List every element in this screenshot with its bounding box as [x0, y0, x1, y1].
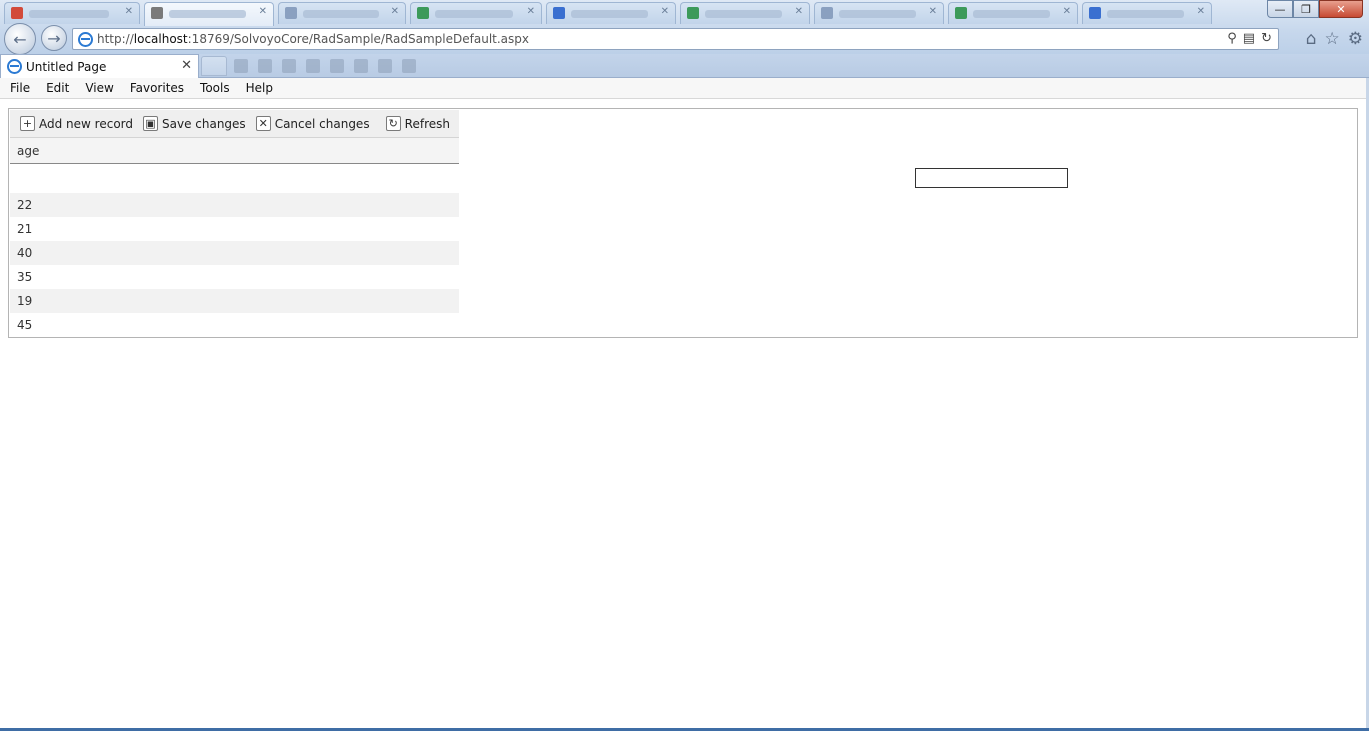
forward-button[interactable]: → [41, 25, 67, 51]
page-tab-title: Untitled Page [26, 59, 107, 74]
add-record-button[interactable]: + Add new record [20, 116, 133, 131]
star-icon[interactable]: ☆ [1325, 29, 1340, 49]
close-window-button[interactable]: ✕ [1319, 0, 1363, 18]
menu-view[interactable]: View [85, 81, 113, 95]
close-icon[interactable]: ✕ [661, 6, 669, 17]
restore-button[interactable]: ❐ [1293, 0, 1319, 18]
data-grid: + Add new record ▣ Save changes ✕ Cancel… [10, 110, 459, 337]
new-tab-button[interactable] [201, 56, 227, 76]
menu-file[interactable]: File [10, 81, 30, 95]
arrow-right-icon: → [47, 28, 61, 48]
command-icon[interactable] [234, 59, 248, 73]
window-controls: — ❐ ✕ [1267, 0, 1363, 20]
browser-tab[interactable]: ✕ [4, 2, 140, 24]
browser-tab[interactable]: ✕ [680, 2, 810, 24]
grid-command-bar: + Add new record ▣ Save changes ✕ Cancel… [10, 110, 459, 138]
browser-tab[interactable]: ✕ [546, 2, 676, 24]
browser-tab[interactable]: ✕ [278, 2, 406, 24]
close-icon[interactable]: ✕ [125, 6, 133, 17]
close-icon: ✕ [255, 116, 271, 131]
tab-favicon-icon [11, 7, 23, 19]
save-icon: ▣ [143, 116, 158, 131]
command-bar-icons [234, 59, 416, 73]
command-icon[interactable] [354, 59, 368, 73]
browser-tab[interactable]: ✕ [948, 2, 1078, 24]
table-row[interactable]: 45 [10, 313, 459, 337]
gear-icon[interactable]: ⚙ [1348, 29, 1363, 49]
browser-title-bar: ✕ ✕ ✕ ✕ ✕ ✕ ✕ ✕ ✕ — ❐ ✕ ← → http://local… [0, 0, 1369, 55]
command-icon[interactable] [306, 59, 320, 73]
active-page-tab[interactable]: Untitled Page ✕ [0, 54, 199, 78]
tab-favicon-icon [151, 7, 163, 19]
browser-tab[interactable]: ✕ [1082, 2, 1212, 24]
refresh-button[interactable]: ↻ Refresh [385, 116, 450, 131]
search-icon[interactable]: ⚲ [1227, 31, 1237, 46]
cancel-changes-button[interactable]: ✕ Cancel changes [255, 116, 370, 131]
save-changes-button[interactable]: ▣ Save changes [143, 116, 246, 131]
column-header-age[interactable]: age [10, 138, 459, 164]
address-url[interactable]: http://localhost:18769/SolvoyoCore/RadSa… [97, 32, 529, 46]
text-input[interactable] [915, 168, 1068, 188]
menu-bar: File Edit View Favorites Tools Help [0, 78, 1369, 99]
tab-favicon-icon [285, 7, 297, 19]
table-row[interactable]: 22 [10, 193, 459, 217]
close-icon[interactable]: ✕ [929, 6, 937, 17]
command-icon[interactable] [378, 59, 392, 73]
menu-tools[interactable]: Tools [200, 81, 230, 95]
table-row[interactable]: 40 [10, 241, 459, 265]
menu-help[interactable]: Help [246, 81, 273, 95]
tab-favicon-icon [687, 7, 699, 19]
close-icon[interactable]: ✕ [181, 58, 192, 73]
refresh-icon: ↻ [385, 116, 401, 131]
close-icon[interactable]: ✕ [795, 6, 803, 17]
table-row[interactable]: 35 [10, 265, 459, 289]
close-icon[interactable]: ✕ [1063, 6, 1071, 17]
address-bar[interactable]: http://localhost:18769/SolvoyoCore/RadSa… [72, 28, 1279, 50]
refresh-icon[interactable]: ↻ [1261, 31, 1272, 46]
tab-favicon-icon [417, 7, 429, 19]
close-icon[interactable]: ✕ [1197, 6, 1205, 17]
command-icon[interactable] [282, 59, 296, 73]
command-icon[interactable] [258, 59, 272, 73]
menu-favorites[interactable]: Favorites [130, 81, 184, 95]
address-tools: ⚲ ▤ ↻ [1227, 31, 1272, 46]
tab-favicon-icon [821, 7, 833, 19]
arrow-left-icon: ← [13, 29, 27, 49]
browser-toolbar-icons: ⌂ ☆ ⚙ [1306, 29, 1363, 49]
back-button[interactable]: ← [4, 23, 36, 55]
background-tabs: ✕ ✕ ✕ ✕ ✕ ✕ ✕ ✕ ✕ [0, 2, 1260, 26]
close-icon[interactable]: ✕ [259, 6, 267, 17]
menu-edit[interactable]: Edit [46, 81, 69, 95]
tab-favicon-icon [1089, 7, 1101, 19]
tab-favicon-icon [955, 7, 967, 19]
browser-tab[interactable]: ✕ [410, 2, 542, 24]
compatibility-view-icon[interactable]: ▤ [1243, 31, 1255, 46]
ie-page-icon [7, 59, 22, 74]
tab-strip: Untitled Page ✕ [0, 54, 1369, 78]
minimize-button[interactable]: — [1267, 0, 1293, 18]
ie-page-icon [78, 31, 93, 47]
command-icon[interactable] [330, 59, 344, 73]
table-row-empty[interactable] [10, 164, 459, 193]
table-row[interactable]: 19 [10, 289, 459, 313]
command-icon[interactable] [402, 59, 416, 73]
home-icon[interactable]: ⌂ [1306, 29, 1317, 49]
tab-favicon-icon [553, 7, 565, 19]
plus-icon: + [20, 116, 35, 131]
page-content: + Add new record ▣ Save changes ✕ Cancel… [8, 108, 1358, 338]
close-icon[interactable]: ✕ [391, 6, 399, 17]
table-row[interactable]: 21 [10, 217, 459, 241]
browser-tab[interactable]: ✕ [144, 2, 274, 26]
close-icon[interactable]: ✕ [527, 6, 535, 17]
browser-tab[interactable]: ✕ [814, 2, 944, 24]
